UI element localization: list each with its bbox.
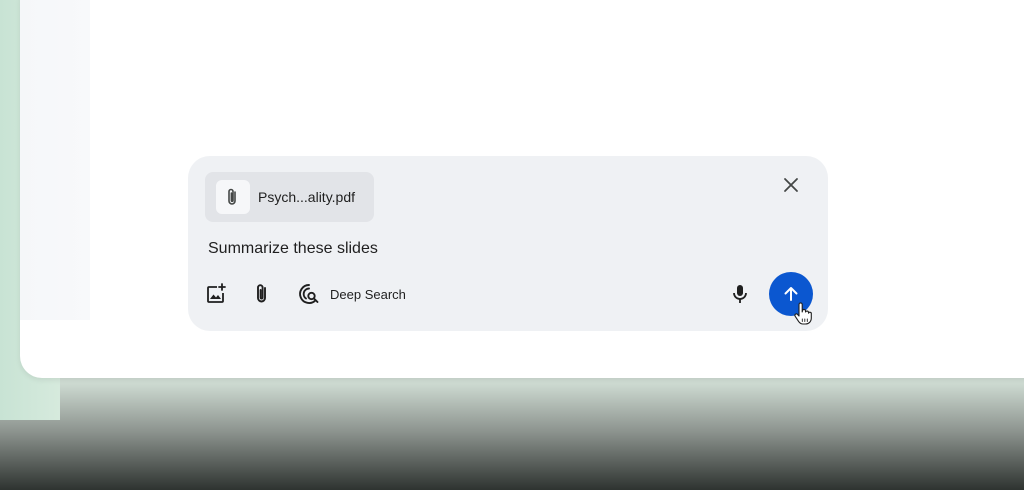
prompt-input[interactable]: Summarize these slides [208,240,378,258]
deep-search-label: Deep Search [330,286,406,302]
paperclip-icon [257,284,266,303]
microphone-icon [733,285,747,303]
paperclip-icon [228,188,236,205]
attachment-filename: Psych...ality.pdf [258,189,356,205]
attachment-chip[interactable]: Psych...ality.pdf [205,172,374,222]
deep-search-icon [299,284,319,304]
microphone-button[interactable] [728,282,752,306]
deep-search-button[interactable]: Deep Search [297,282,407,306]
app-window: Psych...ality.pdf Summarize these slides [20,0,1024,378]
add-image-icon [207,283,226,303]
prompt-composer: Psych...ality.pdf Summarize these slides [188,156,828,331]
attach-file-button[interactable] [250,282,274,306]
close-icon [784,178,798,192]
attachment-icon-box [216,180,250,214]
add-image-button[interactable] [204,282,228,306]
hand-cursor-icon [794,302,812,325]
close-button[interactable] [778,172,804,198]
arrow-up-icon [784,287,798,301]
side-panel [20,0,90,320]
